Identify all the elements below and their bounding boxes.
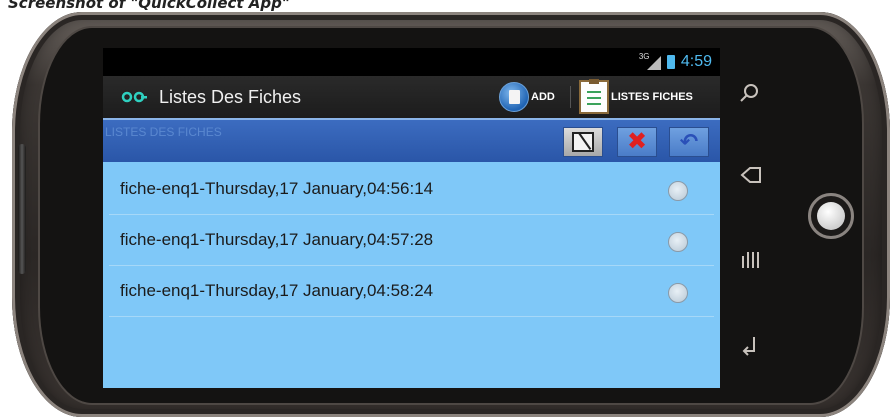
fiche-radio[interactable] — [668, 283, 688, 303]
listes-fiches-label: LISTES FICHES — [611, 91, 693, 103]
action-bar: Listes Des Fiches ADD LISTES FICHES — [103, 76, 720, 118]
edit-button[interactable] — [563, 127, 603, 157]
trackball[interactable] — [808, 193, 854, 239]
clock: 4:59 — [680, 53, 712, 70]
menu-icon[interactable] — [740, 250, 762, 270]
add-document-icon — [499, 82, 529, 112]
list-header-bar: LISTES DES FICHES ✖ ↶ — [103, 118, 720, 162]
status-icons: 3G 4:59 — [639, 52, 712, 71]
trackball-ball — [817, 202, 845, 230]
actionbar-divider — [570, 86, 571, 108]
status-bar: 3G 4:59 — [103, 48, 720, 76]
fiche-label: fiche-enq1-Thursday,17 January,04:58:24 — [120, 281, 434, 300]
app-logo-icon — [121, 91, 147, 103]
screenshot-caption: Screenshot of "QuickCollect App" — [8, 0, 290, 12]
fiche-label: fiche-enq1-Thursday,17 January,04:57:28 — [120, 230, 434, 249]
undo-button[interactable]: ↶ — [669, 127, 709, 157]
list-header-title: LISTES DES FICHES — [105, 125, 222, 139]
home-icon[interactable] — [740, 335, 760, 359]
back-icon[interactable] — [738, 165, 762, 185]
app-title: Listes Des Fiches — [159, 87, 302, 107]
listes-fiches-button[interactable]: LISTES FICHES — [579, 79, 693, 115]
fiche-label: fiche-enq1-Thursday,17 January,04:56:14 — [120, 179, 434, 198]
add-button[interactable]: ADD — [499, 81, 555, 113]
search-icon[interactable] — [738, 82, 760, 104]
edit-icon — [572, 132, 594, 152]
delete-button[interactable]: ✖ — [617, 127, 657, 157]
add-button-label: ADD — [531, 91, 555, 103]
fiche-radio[interactable] — [668, 232, 688, 252]
undo-icon: ↶ — [679, 129, 699, 154]
delete-icon: ✖ — [626, 128, 648, 155]
signal-icon: 3G — [639, 52, 661, 70]
clipboard-icon — [579, 79, 609, 114]
volume-rocker[interactable] — [18, 144, 26, 274]
list-item[interactable]: fiche-enq1-Thursday,17 January,04:58:24 — [109, 266, 714, 317]
fiches-list: fiche-enq1-Thursday,17 January,04:56:14 … — [103, 164, 720, 317]
fiche-radio[interactable] — [668, 181, 688, 201]
list-item[interactable]: fiche-enq1-Thursday,17 January,04:57:28 — [109, 215, 714, 266]
device-screen: 3G 4:59 Listes Des Fiches ADD LISTES FIC… — [103, 48, 720, 388]
battery-icon — [666, 55, 675, 69]
list-item[interactable]: fiche-enq1-Thursday,17 January,04:56:14 — [109, 164, 714, 215]
